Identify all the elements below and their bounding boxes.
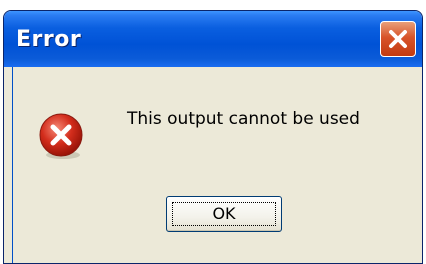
- dialog-body: This output cannot be used OK: [12, 67, 422, 263]
- close-icon: [389, 30, 407, 48]
- window-title: Error: [16, 27, 82, 52]
- ok-button[interactable]: OK: [166, 196, 282, 232]
- error-icon: [39, 113, 83, 159]
- error-message: This output cannot be used: [127, 109, 360, 129]
- ok-button-label: OK: [212, 204, 236, 223]
- close-button[interactable]: [380, 21, 416, 57]
- title-bar[interactable]: Error: [4, 11, 422, 67]
- error-dialog: Error This output cannot be used OK: [3, 10, 423, 264]
